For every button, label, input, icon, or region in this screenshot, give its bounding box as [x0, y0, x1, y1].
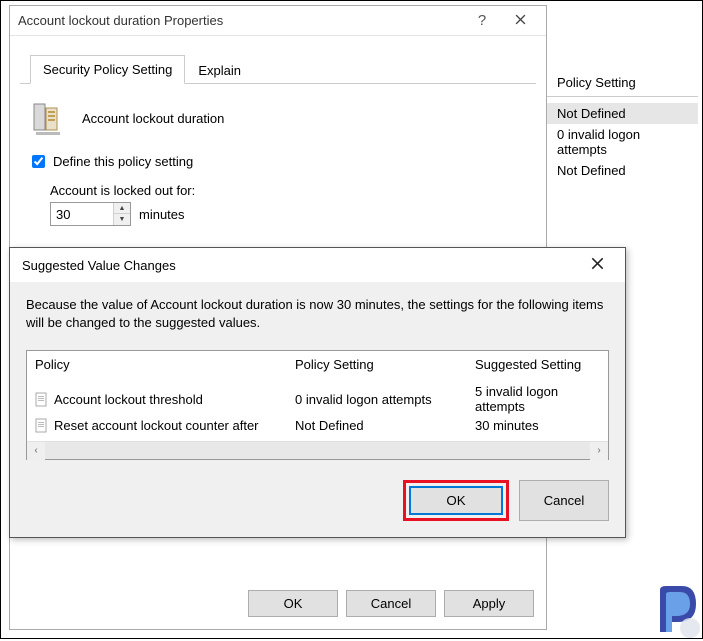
tab-security-policy-setting[interactable]: Security Policy Setting — [30, 55, 185, 84]
scroll-left-button[interactable]: ‹ — [27, 442, 45, 460]
dialog-title: Account lockout duration Properties — [18, 13, 464, 28]
list-item[interactable]: Not Defined — [547, 160, 698, 181]
watermark-logo — [648, 582, 702, 638]
suggested-list: Policy Policy Setting Suggested Setting … — [26, 350, 609, 460]
suggest-description: Because the value of Account lockout dur… — [26, 296, 609, 332]
list-item[interactable]: Not Defined — [547, 103, 698, 124]
close-button[interactable] — [577, 257, 617, 273]
define-policy-checkbox-row[interactable]: Define this policy setting — [24, 152, 532, 171]
duration-spinner[interactable]: ▲ ▼ — [50, 202, 131, 226]
spinner-down-button[interactable]: ▼ — [114, 214, 130, 225]
help-button[interactable]: ? — [464, 12, 500, 29]
duration-unit: minutes — [139, 207, 185, 222]
duration-input[interactable] — [51, 203, 113, 225]
cancel-button[interactable]: Cancel — [519, 480, 609, 521]
spinner-up-button[interactable]: ▲ — [114, 203, 130, 214]
cancel-button[interactable]: Cancel — [346, 590, 436, 617]
close-icon — [515, 13, 526, 28]
titlebar: Account lockout duration Properties ? — [10, 6, 546, 36]
define-policy-label: Define this policy setting — [53, 154, 193, 169]
highlight-box: OK — [403, 480, 509, 521]
list-item[interactable]: 0 invalid logon attempts — [547, 124, 698, 160]
scroll-track[interactable] — [45, 442, 590, 459]
policy-list-panel: Policy Setting Not Defined 0 invalid log… — [547, 69, 698, 181]
policy-name: Account lockout duration — [82, 111, 224, 126]
locked-out-for-label: Account is locked out for: — [50, 183, 532, 198]
table-row[interactable]: Reset account lockout counter after Not … — [27, 416, 608, 435]
scroll-right-button[interactable]: › — [590, 442, 608, 460]
ok-button[interactable]: OK — [410, 487, 502, 514]
dialog-title: Suggested Value Changes — [22, 258, 577, 273]
cell-suggested: 5 invalid logon attempts — [475, 384, 600, 414]
tabstrip: Security Policy Setting Explain — [20, 36, 536, 84]
apply-button[interactable]: Apply — [444, 590, 534, 617]
col-suggested-setting[interactable]: Suggested Setting — [475, 357, 600, 376]
tab-explain[interactable]: Explain — [185, 56, 254, 84]
list-header: Policy Policy Setting Suggested Setting — [27, 351, 608, 382]
policy-item-icon — [35, 392, 49, 407]
cell-setting: 0 invalid logon attempts — [295, 392, 475, 407]
table-row[interactable]: Account lockout threshold 0 invalid logo… — [27, 382, 608, 416]
cell-policy: Reset account lockout counter after — [54, 418, 259, 433]
policy-item-icon — [35, 418, 49, 433]
cell-policy: Account lockout threshold — [54, 392, 203, 407]
col-policy-setting[interactable]: Policy Setting — [295, 357, 475, 376]
ok-button[interactable]: OK — [248, 590, 338, 617]
close-icon — [591, 258, 604, 273]
define-policy-checkbox[interactable] — [32, 155, 45, 168]
col-policy[interactable]: Policy — [35, 357, 295, 376]
close-button[interactable] — [500, 13, 540, 28]
cell-setting: Not Defined — [295, 418, 475, 433]
policy-list-header[interactable]: Policy Setting — [547, 69, 698, 97]
suggested-changes-dialog: Suggested Value Changes Because the valu… — [9, 247, 626, 538]
security-policy-icon — [28, 98, 68, 138]
cell-suggested: 30 minutes — [475, 418, 600, 433]
titlebar: Suggested Value Changes — [10, 248, 625, 282]
tab-content: Account lockout duration Define this pol… — [10, 84, 546, 238]
horizontal-scrollbar[interactable]: ‹ › — [27, 441, 608, 459]
